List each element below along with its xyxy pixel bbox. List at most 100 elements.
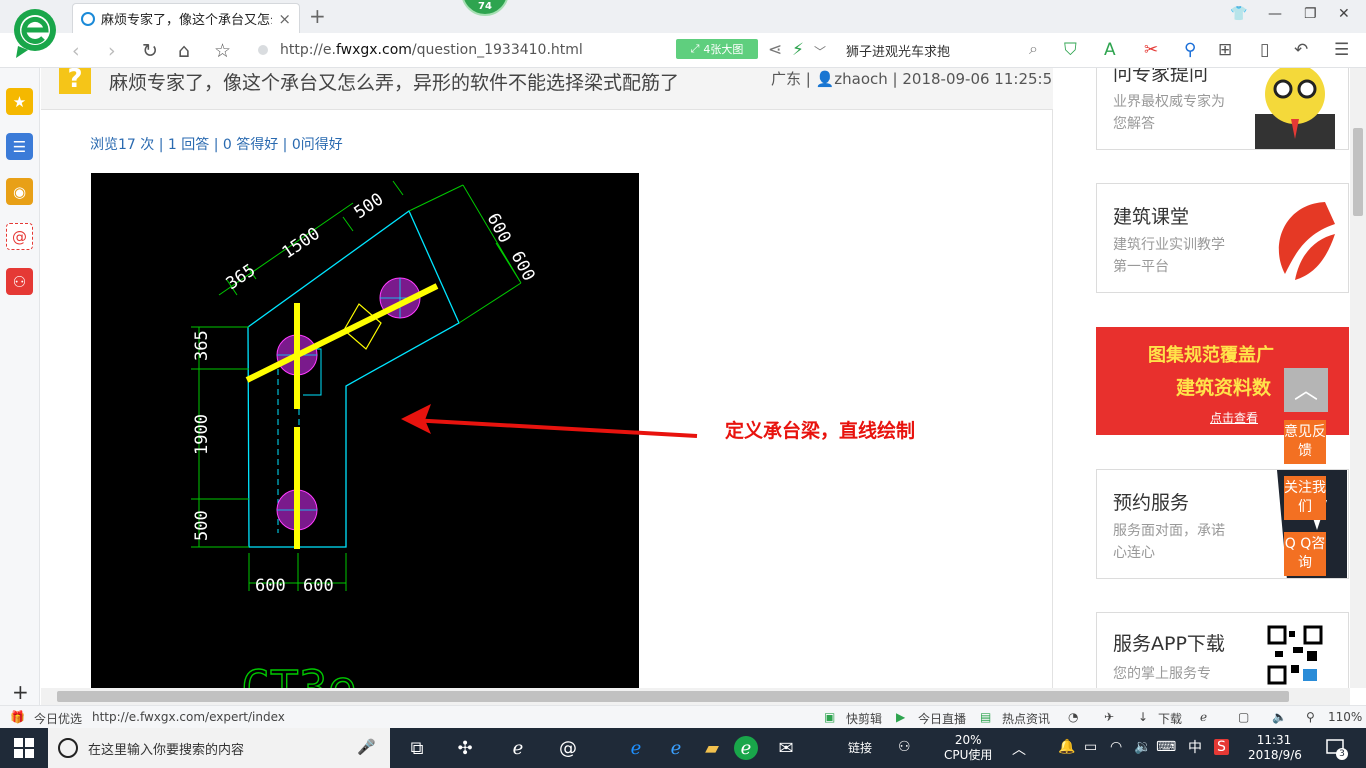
zoom-level[interactable]: 110% bbox=[1328, 710, 1362, 724]
notification-center-icon[interactable]: 3 bbox=[1324, 736, 1348, 760]
sogou-ime-icon[interactable]: S bbox=[1214, 739, 1229, 755]
window-icon[interactable]: ▢ bbox=[1238, 710, 1249, 724]
flash-icon[interactable]: ⚡ bbox=[792, 40, 804, 60]
quick-clip-link[interactable]: 快剪辑 bbox=[846, 710, 882, 727]
phone-icon[interactable]: ▯ bbox=[1260, 40, 1269, 60]
apps-grid-icon[interactable]: ⊞ bbox=[1218, 40, 1232, 60]
feedback-button[interactable]: 意见反馈 bbox=[1284, 420, 1326, 464]
banner-line1: 图集规范覆盖广 bbox=[1148, 345, 1274, 366]
dim-left-2: 500 bbox=[192, 510, 212, 541]
chevron-down-icon[interactable]: ﹀ bbox=[814, 43, 826, 60]
big-image-button[interactable]: ⤢ 4张大图 bbox=[676, 39, 758, 59]
dim-left-0: 365 bbox=[192, 330, 212, 361]
share-icon[interactable]: ⋖ bbox=[768, 40, 782, 60]
card-app[interactable]: 服务APP下载 您的掌上服务专 bbox=[1096, 612, 1349, 688]
shirt-skin-icon[interactable]: 👕 bbox=[1230, 6, 1247, 22]
horizontal-scroll-thumb[interactable] bbox=[57, 691, 1289, 702]
today-picks-link[interactable]: 今日优选 bbox=[34, 710, 82, 727]
score-badge[interactable]: 74 bbox=[461, 0, 509, 16]
follow-us-button[interactable]: 关注我们 bbox=[1284, 476, 1326, 520]
battery-icon[interactable]: ▭ bbox=[1084, 739, 1097, 755]
search-input[interactable]: 狮子进观光车求抱 ⌕ bbox=[846, 37, 1042, 63]
task-view-icon[interactable]: ⧉ bbox=[405, 736, 429, 760]
qq-consult-button[interactable]: Q Q咨询 bbox=[1284, 532, 1326, 576]
back-to-top-button[interactable]: ︿ bbox=[1284, 368, 1328, 412]
question-meta[interactable]: 广东 | 👤zhaoch | 2018-09-06 11:25:5 bbox=[771, 68, 1053, 89]
page-content: ? 麻烦专家了，像这个承台又怎么弄，异形的软件不能选择梁式配筋了 广东 | 👤z… bbox=[41, 68, 1366, 688]
sidebar-favorites-star-icon[interactable]: ★ bbox=[6, 88, 33, 115]
edge-icon[interactable]: ℯ bbox=[624, 736, 648, 760]
favorite-star-icon[interactable]: ☆ bbox=[214, 40, 231, 62]
close-window-button[interactable]: ✕ bbox=[1338, 6, 1350, 22]
search-icon[interactable]: ⌕ bbox=[1029, 39, 1038, 59]
speed-icon[interactable]: ◔ bbox=[1068, 710, 1078, 724]
forward-icon[interactable]: › bbox=[108, 40, 116, 62]
internet-explorer-icon[interactable]: ℯ bbox=[664, 736, 688, 760]
today-live-link[interactable]: 今日直播 bbox=[918, 710, 966, 727]
card-expert-sub: 业界最权威专家为您解答 bbox=[1113, 94, 1225, 132]
vertical-scroll-thumb[interactable] bbox=[1353, 128, 1363, 216]
ie-mode-icon[interactable]: ℯ bbox=[1200, 710, 1207, 724]
chevron-up-icon[interactable]: ︿ bbox=[1012, 739, 1026, 759]
sidebar-weibo-icon[interactable]: ◉ bbox=[6, 178, 33, 205]
horizontal-scrollbar[interactable] bbox=[41, 688, 1350, 705]
bell-icon[interactable]: 🔔 bbox=[1058, 739, 1075, 755]
windows-start-icon[interactable] bbox=[14, 738, 34, 758]
question-header: ? 麻烦专家了，像这个承台又怎么弄，异形的软件不能选择梁式配筋了 广东 | 👤z… bbox=[41, 68, 1053, 110]
undo-icon[interactable]: ↶ bbox=[1294, 40, 1308, 60]
ime-indicator[interactable]: 中 bbox=[1188, 728, 1202, 768]
vertical-scrollbar[interactable] bbox=[1350, 68, 1366, 688]
keyboard-icon[interactable]: ⌨ bbox=[1156, 739, 1176, 755]
gift-icon[interactable]: 🎁 bbox=[10, 710, 25, 724]
question-stats[interactable]: 浏览17 次 | 1 回答 | 0 答得好 | 0问得好 bbox=[90, 134, 343, 154]
sidebar-mail-icon[interactable]: @ bbox=[6, 223, 33, 250]
card-booking-sub: 服务面对面，承诺心连心 bbox=[1113, 523, 1225, 561]
course-logo-icon bbox=[1278, 202, 1335, 280]
card-expert[interactable]: 问专家提问 业界最权威专家为您解答 bbox=[1096, 68, 1349, 150]
cad-label: CT3e bbox=[241, 661, 357, 688]
magnifier-icon[interactable]: ⚲ bbox=[1184, 40, 1196, 60]
browser-logo-icon[interactable] bbox=[10, 6, 60, 60]
sidebar-game-icon[interactable]: ⚇ bbox=[6, 268, 33, 295]
scissors-icon[interactable]: ✂ bbox=[1144, 40, 1158, 60]
notification-count: 3 bbox=[1336, 748, 1348, 760]
tab-close-icon[interactable]: × bbox=[278, 10, 291, 28]
sidebar-add-icon[interactable]: + bbox=[12, 680, 29, 704]
browser-taskbar-icon[interactable]: ℯ bbox=[734, 736, 758, 760]
swirl-app-icon[interactable]: @ bbox=[556, 736, 580, 760]
wifi-icon[interactable]: ◠ bbox=[1110, 739, 1122, 755]
tray-link-label[interactable]: 链接 bbox=[848, 728, 872, 768]
fan-app-icon[interactable]: ✣ bbox=[453, 736, 477, 760]
question-mark-icon: ? bbox=[59, 68, 91, 94]
pin-icon[interactable]: ✈ bbox=[1104, 710, 1114, 724]
new-tab-button[interactable]: + bbox=[309, 4, 326, 28]
mail-app-icon[interactable]: ✉ bbox=[774, 736, 798, 760]
banner-line2: 建筑资料数 bbox=[1176, 377, 1272, 399]
dim-bottom-0: 600 bbox=[255, 576, 286, 596]
cpu-meter[interactable]: 20% CPU使用 bbox=[944, 728, 992, 768]
dim-right-1: 600 bbox=[507, 248, 539, 285]
card-course[interactable]: 建筑课堂 建筑行业实训教学第一平台 bbox=[1096, 183, 1349, 293]
microphone-icon[interactable]: 🎤 bbox=[357, 738, 376, 756]
home-icon[interactable]: ⌂ bbox=[178, 40, 190, 62]
translate-icon[interactable]: A bbox=[1104, 40, 1116, 60]
refresh-icon[interactable]: ↻ bbox=[142, 40, 158, 62]
maximize-button[interactable]: ❐ bbox=[1304, 6, 1317, 22]
annotation-text: 定义承台梁，直线绘制 bbox=[725, 420, 916, 442]
ie-app-icon[interactable]: ℯ bbox=[506, 736, 530, 760]
back-icon[interactable]: ‹ bbox=[72, 40, 80, 62]
file-explorer-icon[interactable]: ▰ bbox=[700, 736, 724, 760]
network-person-icon[interactable]: ⚇ bbox=[898, 739, 911, 755]
download-link[interactable]: 下载 bbox=[1158, 710, 1182, 727]
shield-icon[interactable]: ⛉ bbox=[1064, 40, 1077, 60]
menu-icon[interactable]: ☰ bbox=[1334, 40, 1349, 60]
sidebar-reader-icon[interactable]: ☰ bbox=[6, 133, 33, 160]
taskbar-search-input[interactable]: 在这里输入你要搜索的内容 🎤 bbox=[48, 728, 390, 768]
clock[interactable]: 11:31 2018/9/6 bbox=[1248, 728, 1302, 768]
volume-icon[interactable]: 🔈 bbox=[1272, 710, 1287, 724]
tab-active[interactable]: 麻烦专家了，像这个承台又怎么弄，异形的软件不能选择梁式配筋了 × bbox=[72, 3, 300, 33]
hot-news-link[interactable]: 热点资讯 bbox=[1002, 710, 1050, 727]
dim-right-0: 600 bbox=[483, 210, 515, 247]
speaker-icon[interactable]: 🔉 bbox=[1134, 739, 1151, 755]
minimize-button[interactable]: — bbox=[1268, 6, 1282, 22]
